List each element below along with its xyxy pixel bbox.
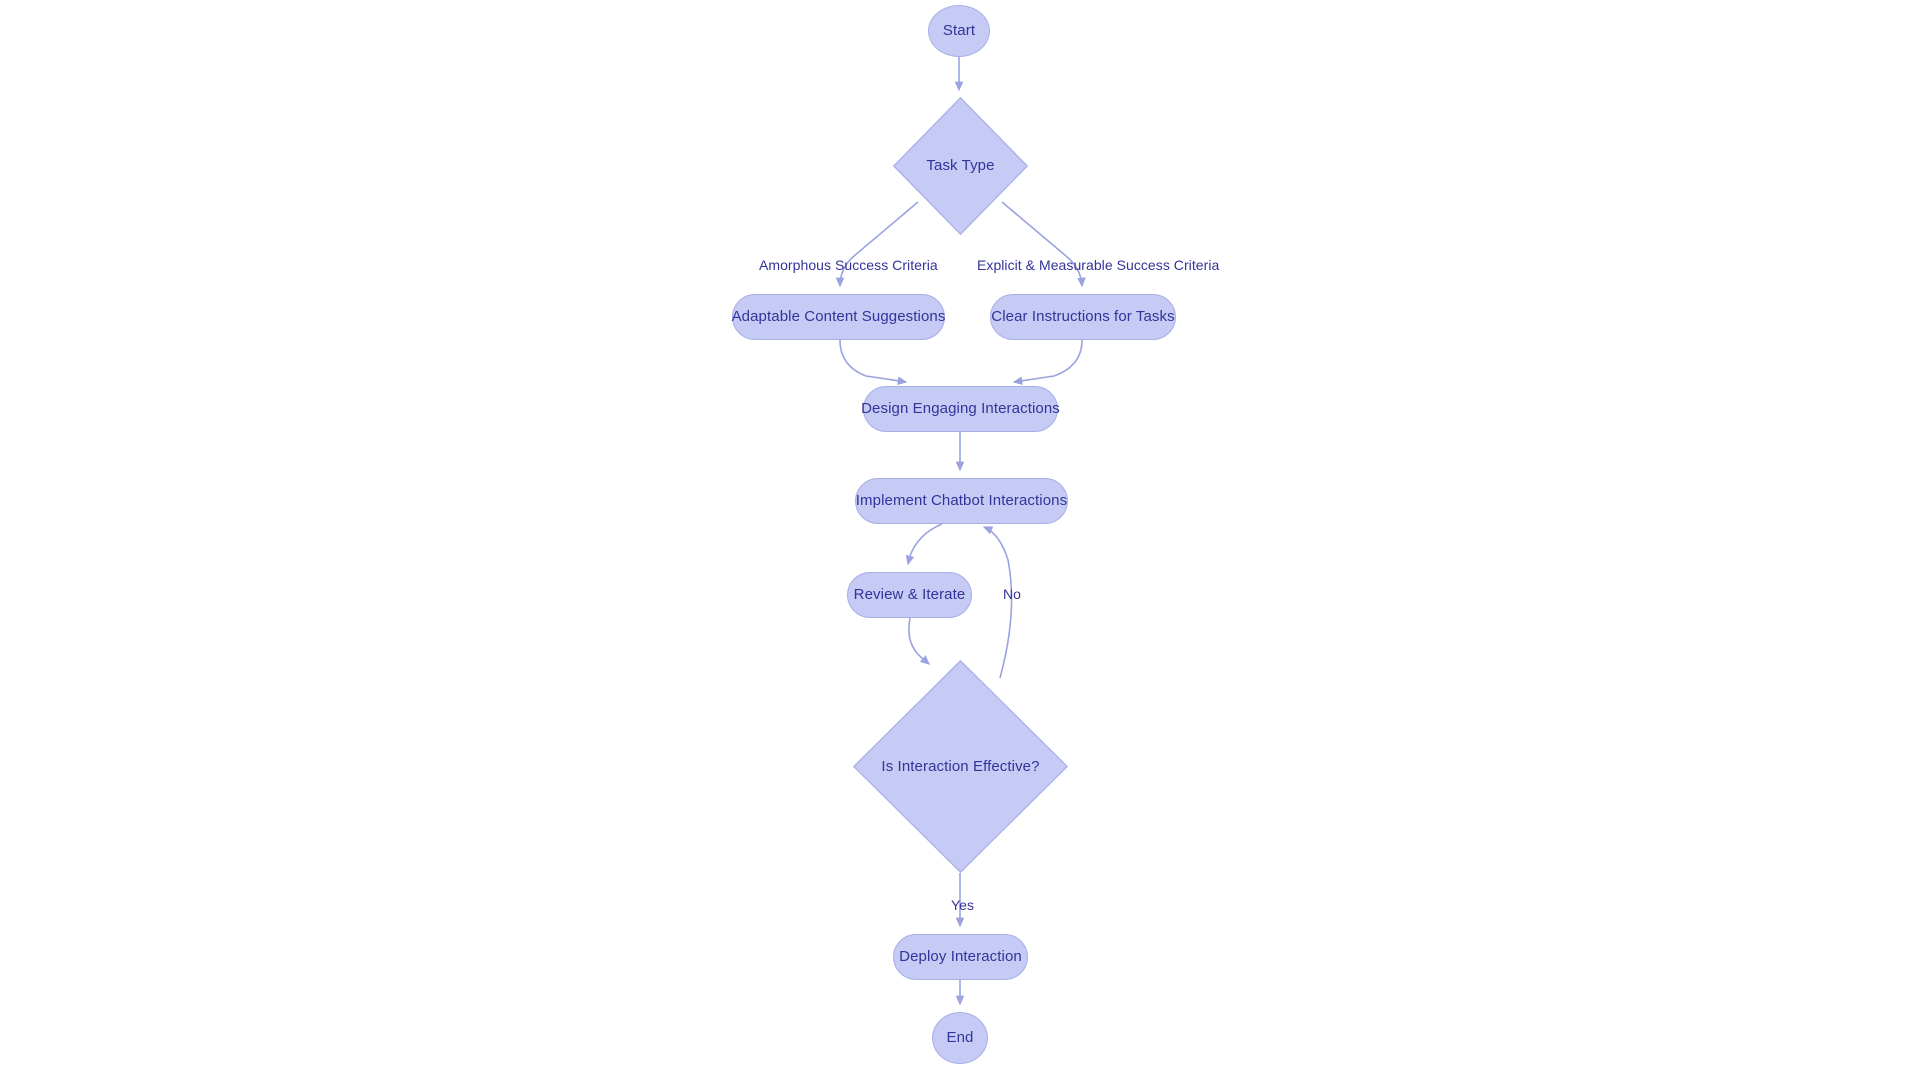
node-task-type[interactable]: Task Type	[893, 97, 1028, 235]
node-review-and-iterate-label: Review & Iterate	[853, 586, 966, 604]
node-start-label: Start	[942, 22, 976, 40]
edge-label-amorphous-success-criteria: Amorphous Success Criteria	[759, 257, 938, 273]
edge-effective-to-implement	[982, 526, 1013, 679]
edge-review-to-effective	[908, 617, 930, 665]
node-start[interactable]: Start	[928, 5, 990, 57]
node-design-engaging-interactions-label: Design Engaging Interactions	[861, 400, 1060, 418]
edge-label-no: No	[1003, 586, 1021, 602]
node-clear-instructions-for-tasks[interactable]: Clear Instructions for Tasks	[990, 294, 1176, 340]
node-clear-instructions-for-tasks-label: Clear Instructions for Tasks	[991, 308, 1175, 326]
node-implement-chatbot-interactions[interactable]: Implement Chatbot Interactions	[855, 478, 1068, 524]
node-adaptable-content-suggestions-label: Adaptable Content Suggestions	[731, 308, 946, 326]
node-end[interactable]: End	[932, 1012, 988, 1064]
edge-label-yes: Yes	[951, 897, 974, 913]
edge-adaptable-to-design	[839, 339, 908, 386]
edge-clear-to-design	[1012, 339, 1083, 386]
node-review-and-iterate[interactable]: Review & Iterate	[847, 572, 972, 618]
node-deploy-interaction-label: Deploy Interaction	[899, 948, 1022, 966]
flowchart-canvas: Start Task Type Adaptable Content Sugges…	[0, 0, 1920, 1080]
edge-label-explicit-measurable-success-criteria: Explicit & Measurable Success Criteria	[977, 257, 1220, 273]
node-deploy-interaction[interactable]: Deploy Interaction	[893, 934, 1028, 980]
edge-implement-to-review	[905, 523, 943, 566]
node-is-interaction-effective-label: Is Interaction Effective?	[881, 757, 1040, 775]
node-end-label: End	[946, 1029, 974, 1047]
node-design-engaging-interactions[interactable]: Design Engaging Interactions	[861, 386, 1060, 432]
node-adaptable-content-suggestions[interactable]: Adaptable Content Suggestions	[732, 294, 945, 340]
node-is-interaction-effective[interactable]: Is Interaction Effective?	[853, 660, 1068, 873]
node-implement-chatbot-interactions-label: Implement Chatbot Interactions	[855, 492, 1068, 510]
node-task-type-label: Task Type	[926, 157, 995, 175]
